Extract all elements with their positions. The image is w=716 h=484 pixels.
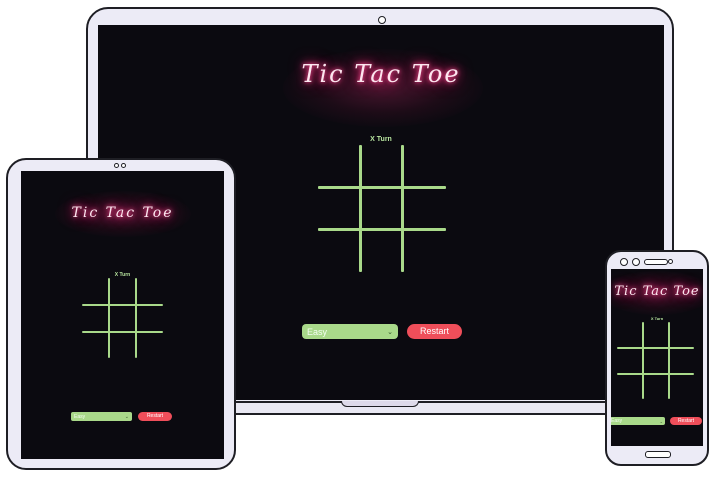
chevron-down-icon: ⌄ [659, 418, 663, 424]
device-mockups: Tic Tac Toe X Turn Easy ⌄ Restart Tic Ta… [0, 0, 716, 484]
difficulty-select[interactable]: Easy ⌄ [71, 412, 132, 421]
laptop-camera [378, 16, 386, 24]
board-line-horizontal-1 [82, 304, 163, 306]
restart-button[interactable]: Restart [670, 417, 702, 425]
page-title: Tic Tac Toe [71, 205, 174, 221]
game-board [617, 322, 694, 399]
turn-indicator: X Turn [370, 136, 392, 143]
board-line-horizontal-1 [318, 186, 446, 189]
board-line-vertical-1 [642, 322, 644, 399]
phone-home-bar [645, 451, 671, 458]
difficulty-select[interactable]: Easy ⌄ [611, 417, 665, 425]
phone-screen: Tic Tac Toe X Turn Easy ⌄ Restart [611, 269, 703, 446]
restart-button[interactable]: Restart [138, 412, 172, 421]
board-line-horizontal-2 [82, 331, 163, 333]
board-line-vertical-1 [108, 278, 110, 358]
tablet-camera [114, 163, 119, 168]
phone-speaker [644, 259, 668, 265]
board-line-horizontal-2 [617, 373, 694, 375]
difficulty-select-value: Easy [611, 418, 623, 424]
game-board [318, 145, 446, 272]
page-title: Tic Tac Toe [301, 60, 461, 88]
turn-indicator: X Turn [650, 316, 664, 321]
chevron-down-icon: ⌄ [387, 328, 393, 336]
tablet-sensor [121, 163, 126, 168]
board-line-vertical-2 [401, 145, 404, 272]
phone-sensor [632, 258, 640, 266]
phone-front-camera [668, 259, 673, 264]
page-title: Tic Tac Toe [614, 284, 700, 299]
board-line-vertical-2 [135, 278, 137, 358]
tablet-screen: Tic Tac Toe X Turn Easy ⌄ Restart [21, 171, 224, 459]
phone-camera [620, 258, 628, 266]
game-board [82, 278, 163, 358]
restart-button[interactable]: Restart [407, 324, 462, 339]
board-line-horizontal-1 [617, 347, 694, 349]
board-line-horizontal-2 [318, 228, 446, 231]
laptop-trackpad-notch [341, 401, 419, 407]
board-line-vertical-2 [668, 322, 670, 399]
difficulty-select-value: Easy [307, 326, 328, 337]
board-line-vertical-1 [359, 145, 362, 272]
difficulty-select[interactable]: Easy ⌄ [302, 324, 398, 339]
chevron-down-icon: ⌄ [124, 413, 129, 420]
difficulty-select-value: Easy [74, 413, 86, 420]
